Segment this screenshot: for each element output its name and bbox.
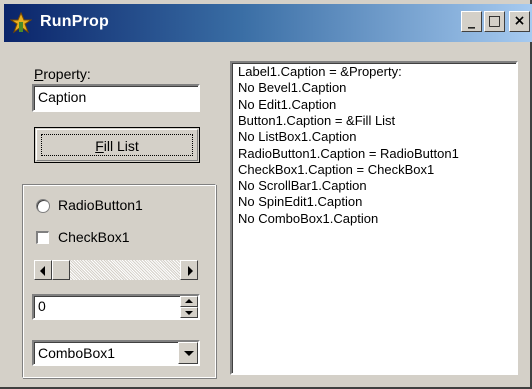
list-item[interactable]: No SpinEdit1.Caption <box>238 194 362 209</box>
radio-button[interactable] <box>36 199 50 213</box>
horizontal-scrollbar[interactable] <box>34 260 198 280</box>
spin-up-button[interactable] <box>180 296 198 307</box>
combo-dropdown-button[interactable] <box>178 342 198 364</box>
list-item[interactable]: Label1.Caption = &Property: <box>238 64 402 79</box>
minimize-button[interactable]: _ <box>461 11 482 32</box>
fill-list-label: Fill List <box>35 138 199 154</box>
title-bar[interactable]: RunProp _ □ × <box>4 4 532 42</box>
window-title: RunProp <box>40 13 109 30</box>
spin-edit-value: 0 <box>38 298 46 314</box>
scroll-right-button[interactable] <box>180 260 198 280</box>
scroll-left-button[interactable] <box>34 260 52 280</box>
arrow-left-icon <box>40 266 45 276</box>
spin-edit[interactable]: 0 <box>32 294 200 320</box>
property-label-text: roperty: <box>43 66 91 82</box>
list-item[interactable]: No ListBox1.Caption <box>238 129 357 144</box>
chevron-down-icon <box>184 351 194 356</box>
runprop-window: RunProp _ □ × Property: Caption Fill Lis… <box>0 0 532 389</box>
property-label: Property: <box>34 66 91 82</box>
list-item[interactable]: No ScrollBar1.Caption <box>238 178 367 193</box>
list-item[interactable]: Button1.Caption = &Fill List <box>238 113 395 128</box>
close-icon: × <box>513 13 526 29</box>
arrow-down-icon <box>185 311 193 315</box>
checkbox[interactable] <box>36 231 49 244</box>
spin-down-button[interactable] <box>180 307 198 318</box>
list-item[interactable]: No Bevel1.Caption <box>238 80 346 95</box>
list-item[interactable]: No Edit1.Caption <box>238 97 336 112</box>
checkbox-label[interactable]: CheckBox1 <box>58 229 130 245</box>
fill-list-accelerator: F <box>95 138 104 154</box>
property-input-value: Caption <box>38 89 87 105</box>
scroll-thumb[interactable] <box>52 260 70 280</box>
combo-box[interactable]: ComboBox1 <box>32 340 200 366</box>
minimize-icon: _ <box>468 13 475 29</box>
close-button[interactable]: × <box>509 11 530 32</box>
maximize-icon: □ <box>487 13 502 29</box>
combo-box-value: ComboBox1 <box>38 345 116 361</box>
app-icon <box>10 12 32 34</box>
list-item[interactable]: CheckBox1.Caption = CheckBox1 <box>238 162 434 177</box>
arrow-up-icon <box>185 299 193 303</box>
fill-list-label-text: ill List <box>103 138 139 154</box>
properties-listbox[interactable]: Label1.Caption = &Property: No Bevel1.Cap… <box>230 61 518 375</box>
list-item[interactable]: RadioButton1.Caption = RadioButton1 <box>238 146 459 161</box>
property-input[interactable]: Caption <box>32 84 200 112</box>
property-label-accelerator: P <box>34 66 44 82</box>
list-item[interactable]: No ComboBox1.Caption <box>238 211 378 226</box>
maximize-button[interactable]: □ <box>484 11 505 32</box>
arrow-right-icon <box>188 266 193 276</box>
radio-button-label[interactable]: RadioButton1 <box>58 197 143 213</box>
fill-list-button[interactable]: Fill List <box>34 127 200 163</box>
